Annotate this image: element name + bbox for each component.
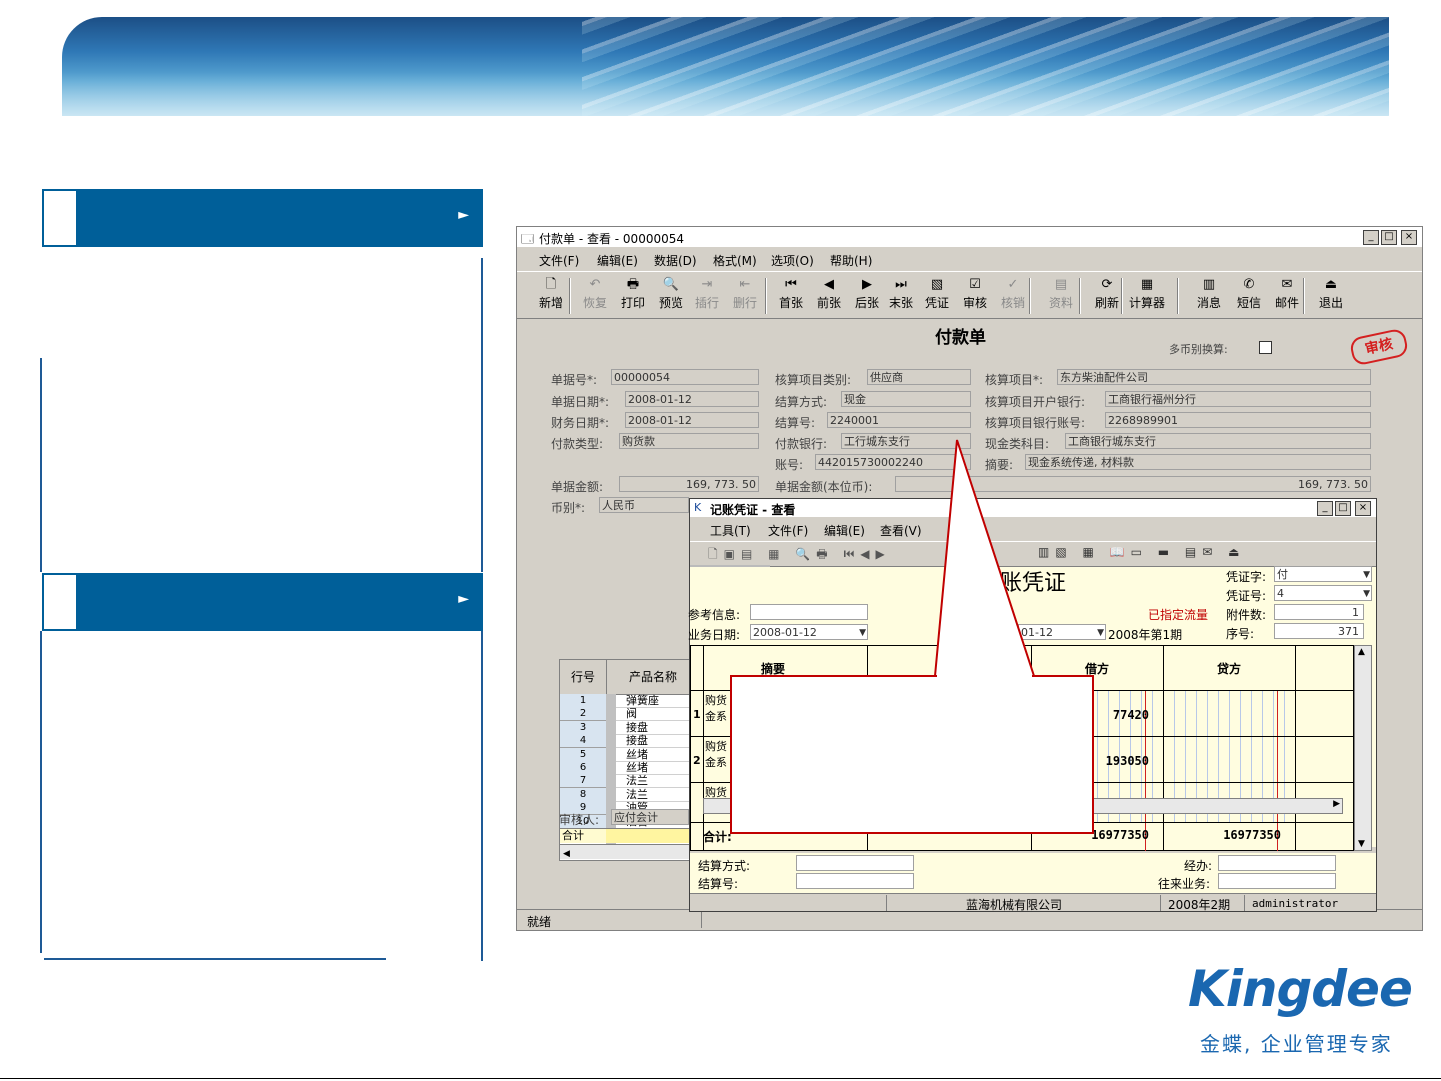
kingdee-logo: Kingdee [1188, 960, 1413, 1018]
brand-slogan: 金蝶, 企业管理专家 [1200, 1032, 1393, 1056]
footer-line [0, 1078, 1441, 1079]
